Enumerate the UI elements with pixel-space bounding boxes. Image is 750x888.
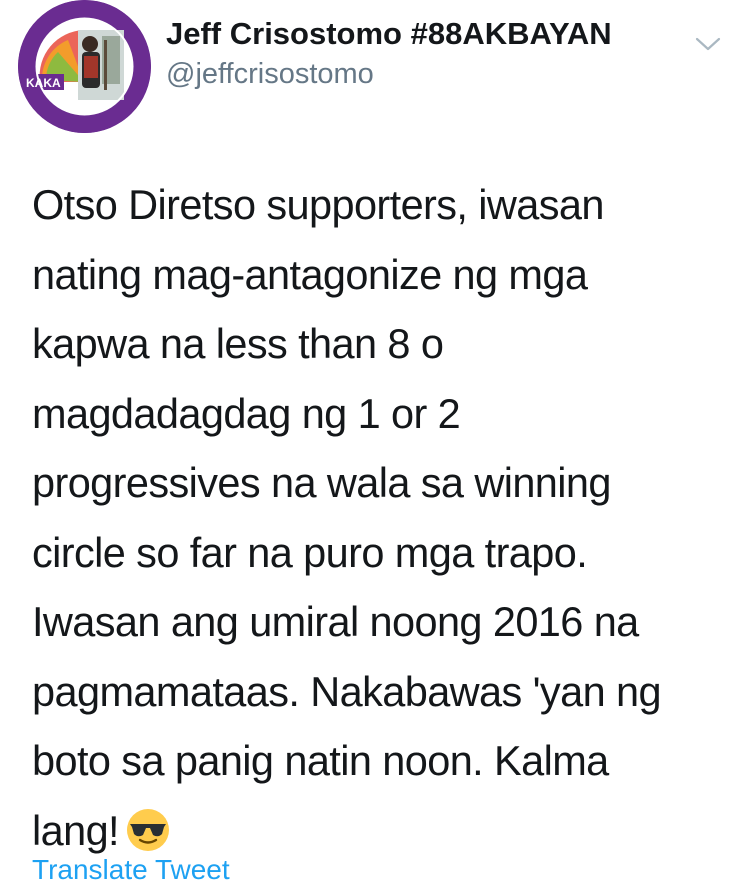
tweet-text-line: progressives na wala sa winning [32,459,611,506]
chevron-down-icon[interactable] [694,34,722,54]
tweet-text-line: magdadagdag ng 1 or 2 [32,389,461,437]
tweet-text-line: boto sa panig natin noon. Kalma [32,737,609,784]
tweet-text-line: Otso Diretso supporters, iwasan [32,181,604,228]
translate-tweet-link[interactable]: Translate Tweet [32,852,230,888]
author-handle[interactable]: @jeffcrisostomo [166,54,686,94]
tweet-text-line: circle so far na puro mga trapo. [32,528,588,576]
tweet-text-line: Iwasan ang umiral noong 2016 na [32,598,639,645]
tweet-text-line: nating mag-antagonize ng mga [32,250,588,298]
tweet-text-line: lang! [32,806,120,854]
tweet-header: Jeff Crisostomo #88AKBAYAN @jeffcrisosto… [166,14,686,94]
avatar-image: KAKA [18,0,151,133]
avatar-badge-text: KAKA [26,76,61,90]
tweet: KAKA Jeff Crisostomo #88AKBAYAN @jeffcri… [0,0,750,886]
avatar[interactable]: KAKA [18,0,151,133]
sunglasses-emoji-icon [125,804,171,851]
author-display-name[interactable]: Jeff Crisostomo #88AKBAYAN [166,14,686,54]
tweet-text-line: kapwa na less than 8 o [32,320,444,367]
tweet-text-line: pagmamataas. Nakabawas 'yan ng [32,667,662,715]
tweet-text: Otso Diretso supporters, iwasan nating m… [32,170,732,865]
